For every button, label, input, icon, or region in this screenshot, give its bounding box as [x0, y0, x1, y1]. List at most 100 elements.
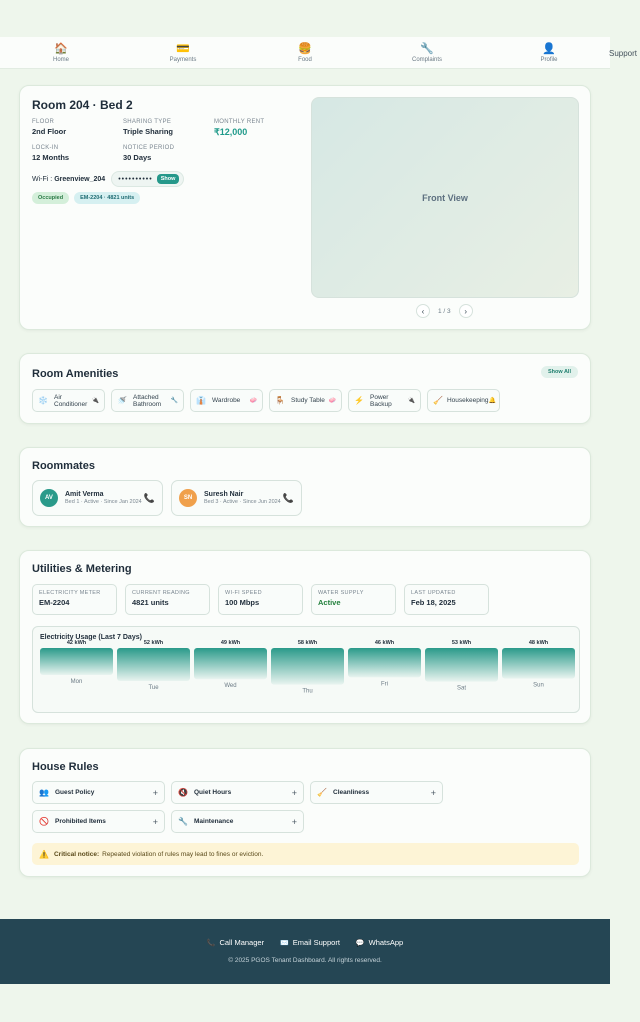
amenity-ac[interactable]: ❄️ Air Conditioner 🔌	[32, 389, 105, 412]
usage-bar-sun	[502, 648, 575, 679]
amenity-study-table[interactable]: 🪑 Study Table 🧼	[269, 389, 342, 412]
photo-label: Front View	[422, 192, 468, 203]
wifi-name: Greenview_204	[54, 175, 106, 183]
next-photo-button[interactable]: ›	[458, 304, 473, 318]
nav-food[interactable]: 🍔 Food	[244, 37, 366, 68]
usage-chart-panel: Electricity Usage (Last 7 Days) 42 kWh Mo…	[32, 626, 580, 713]
roommate-meta: Bed 3 · Active · Since Jun 2024	[204, 498, 281, 505]
rule-label: Maintenance	[194, 818, 234, 825]
amenity-label: Housekeeping	[446, 397, 489, 404]
meter-label: LAST UPDATED	[411, 590, 456, 596]
amenity-label: Power Backup	[370, 393, 392, 408]
notice-period-label: NOTICE PERIOD	[123, 145, 175, 151]
usage-day-label: Wed	[224, 683, 236, 689]
usage-bar-tue	[117, 648, 190, 681]
show-password-button[interactable]: Show	[156, 174, 180, 184]
amenity-power-backup[interactable]: ⚡ Power Backup 🔌	[348, 389, 421, 412]
nav-support[interactable]: Support	[609, 49, 637, 58]
prev-photo-button[interactable]: ‹	[416, 304, 430, 318]
amenities-card: Room Amenities Show All ❄️ Air Condition…	[19, 353, 591, 424]
room-card: Room 204 · Bed 2 FLOOR 2nd Floor SHARING…	[19, 85, 591, 330]
plug-icon: 🔌	[407, 398, 415, 404]
notice-text: Repeated violation of rules may lead to …	[102, 850, 264, 858]
utilities-title: Utilities & Metering	[32, 563, 132, 575]
usage-bar-thu	[271, 648, 344, 685]
rules-grid: 👥 Guest Policy + 🔇 Quiet Hours + 🧹 Clean…	[32, 781, 582, 839]
floor-info: FLOOR 2nd Floor	[32, 119, 66, 136]
usage-bar-wed	[194, 648, 267, 680]
soap-icon: 🧼	[249, 398, 257, 404]
phone-icon[interactable]: 📞	[144, 493, 155, 504]
rule-cleanliness[interactable]: 🧹 Cleanliness +	[310, 781, 443, 804]
meter-electricity: ELECTRICITY METER EM-2204	[32, 584, 117, 615]
rule-maintenance[interactable]: 🔧 Maintenance +	[171, 810, 304, 833]
usage-value-label: 48 kWh	[529, 640, 549, 646]
usage-day-label: Fri	[381, 681, 388, 687]
rent-label: MONTHLY RENT	[214, 119, 265, 125]
roommates-title: Roommates	[32, 460, 95, 472]
envelope-icon: ✉️	[280, 939, 289, 947]
wifi-password-mask: ••••••••••	[118, 175, 153, 183]
room-photo[interactable]: Front View	[311, 97, 579, 298]
amenity-bathroom[interactable]: 🚿 Attached Bathroom 🔧	[111, 389, 184, 412]
wrench-icon: 🔧	[420, 42, 434, 55]
amenity-housekeeping[interactable]: 🧹 Housekeeping 🔔	[427, 389, 500, 412]
avatar: SN	[179, 489, 197, 507]
whatsapp-link[interactable]: 💬 WhatsApp	[356, 938, 403, 947]
amenity-label: Wardrobe	[212, 397, 241, 404]
rule-prohibited-items[interactable]: 🚫 Prohibited Items +	[32, 810, 165, 833]
critical-notice: ⚠️ Critical notice: Repeated violation o…	[32, 843, 579, 865]
meter-value: Active	[318, 598, 341, 607]
phone-icon[interactable]: 📞	[283, 493, 294, 504]
utilities-card: Utilities & Metering ELECTRICITY METER E…	[19, 550, 591, 724]
room-badges: Occupied EM-2204 · 4821 units	[32, 192, 145, 204]
amenity-wardrobe[interactable]: 👔 Wardrobe 🧼	[190, 389, 263, 412]
avatar: AV	[40, 489, 58, 507]
home-icon: 🏠	[54, 42, 68, 55]
chat-icon: 💬	[355, 939, 365, 947]
usage-bar-sat	[425, 648, 498, 682]
rule-label: Quiet Hours	[194, 789, 232, 796]
lockin-info: LOCK-IN 12 Months	[32, 145, 69, 162]
nav-label: Home	[52, 56, 69, 63]
roommate-name: Amit Verma	[65, 490, 104, 498]
show-all-button[interactable]: Show All	[540, 366, 578, 378]
amenities-list: ❄️ Air Conditioner 🔌 🚿 Attached Bathroom…	[32, 389, 506, 412]
nav-complaints[interactable]: 🔧 Complaints	[366, 37, 488, 68]
snowflake-icon: ❄️	[38, 396, 48, 405]
email-support-link[interactable]: ✉️ Email Support	[280, 938, 340, 947]
rule-quiet-hours[interactable]: 🔇 Quiet Hours +	[171, 781, 304, 804]
footer-links: 📞 Call Manager ✉️ Email Support 💬 WhatsA…	[0, 938, 610, 947]
chevron-left-icon: ‹	[421, 306, 425, 316]
nav-label: Payments	[169, 56, 197, 63]
phone-icon: 📞	[206, 939, 216, 947]
roommate-meta: Bed 1 · Active · Since Jan 2024	[65, 498, 142, 505]
plug-icon: 🔌	[91, 398, 99, 404]
wrench-icon: 🔧	[178, 817, 188, 826]
meter-water: WATER SUPPLY Active	[311, 584, 396, 615]
meter-last-updated: LAST UPDATED Feb 18, 2025	[404, 584, 489, 615]
floor-label: FLOOR	[32, 119, 55, 125]
plus-icon: +	[152, 816, 158, 827]
call-manager-link[interactable]: 📞 Call Manager	[207, 938, 264, 947]
nav-home[interactable]: 🏠 Home	[0, 37, 122, 68]
plus-icon: +	[152, 787, 158, 798]
nav-payments[interactable]: 💳 Payments	[122, 37, 244, 68]
link-label: Email Support	[292, 938, 340, 947]
lockin-label: LOCK-IN	[32, 145, 59, 151]
rule-guest-policy[interactable]: 👥 Guest Policy +	[32, 781, 165, 804]
house-rules-card: House Rules 👥 Guest Policy + 🔇 Quiet Hou…	[19, 748, 591, 877]
roommate-card[interactable]: SN Suresh Nair Bed 3 · Active · Since Ju…	[171, 480, 302, 516]
roommate-info: Amit Verma Bed 1 · Active · Since Jan 20…	[65, 491, 144, 506]
card-icon: 💳	[176, 42, 190, 55]
wifi-row: Wi-Fi : Greenview_204 •••••••••• Show	[32, 171, 185, 187]
sharing-info: SHARING TYPE Triple Sharing	[123, 119, 173, 136]
warning-icon: ⚠️	[39, 849, 49, 859]
nav-profile[interactable]: 👤 Profile	[488, 37, 610, 68]
notice-info: NOTICE PERIOD 30 Days	[123, 145, 174, 162]
meter-value: EM-2204	[39, 598, 70, 607]
gallery-controls: ‹ 1 / 3 ›	[416, 304, 473, 318]
roommate-card[interactable]: AV Amit Verma Bed 1 · Active · Since Jan…	[32, 480, 163, 516]
lockin-value: 12 Months	[32, 153, 70, 162]
meter-badge: EM-2204 · 4821 units	[74, 192, 141, 204]
